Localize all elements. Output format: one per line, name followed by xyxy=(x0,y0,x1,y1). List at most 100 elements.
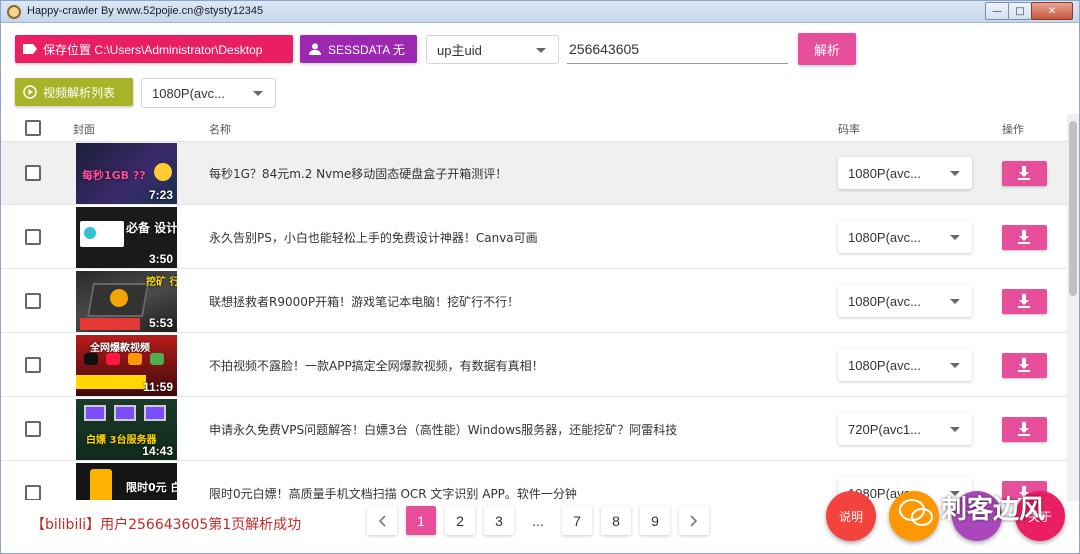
download-icon xyxy=(1018,358,1030,372)
chevron-left-icon xyxy=(378,514,386,527)
next-page-button[interactable] xyxy=(679,506,709,535)
download-icon xyxy=(1018,294,1030,308)
page-button-3[interactable]: 3 xyxy=(484,506,514,535)
header-action: 操作 xyxy=(1002,123,1024,136)
select-all-checkbox[interactable] xyxy=(25,120,41,136)
page-button-7[interactable]: 7 xyxy=(562,506,592,535)
table-row: 每秒1GB ?? 7:23 每秒1G？84元m.2 Nvme移动固态硬盘盒子开箱… xyxy=(1,142,1067,205)
video-title: 不拍视频不露脸！一款APP搞定全网爆款视频，有数据有真相！ xyxy=(209,359,544,373)
chevron-right-icon xyxy=(690,514,698,527)
video-thumbnail: 白嫖 3台服务器 14:43 xyxy=(76,399,177,460)
sessdata-label: SESSDATA 无 xyxy=(328,42,405,57)
video-thumbnail: 每秒1GB ?? 7:23 xyxy=(76,143,177,204)
thumb-caption: 全网爆款视频 xyxy=(90,343,150,354)
download-button[interactable] xyxy=(1002,417,1047,442)
prev-page-button[interactable] xyxy=(367,506,397,535)
download-button[interactable] xyxy=(1002,161,1047,186)
parse-button[interactable]: 解析 xyxy=(798,33,856,65)
chevron-down-icon xyxy=(253,91,263,96)
scrollbar-thumb[interactable] xyxy=(1069,121,1077,296)
play-circle-icon xyxy=(23,85,37,99)
video-thumbnail: 必备 设计神器 3:50 xyxy=(76,207,177,268)
page-button-2[interactable]: 2 xyxy=(445,506,475,535)
video-thumbnail: 全网爆款视频 11:59 xyxy=(76,335,177,396)
download-icon xyxy=(1018,230,1030,244)
row-checkbox[interactable] xyxy=(25,421,41,437)
maximize-button[interactable]: □ xyxy=(1008,2,1032,20)
user-icon xyxy=(309,43,321,55)
row-quality-value: 1080P(avc... xyxy=(848,165,921,181)
row-quality-value: 1080P(avc... xyxy=(848,293,921,309)
download-icon xyxy=(1018,422,1030,436)
chevron-down-icon xyxy=(950,363,960,368)
download-button[interactable] xyxy=(1002,289,1047,314)
sessdata-button[interactable]: SESSDATA 无 xyxy=(300,35,417,63)
row-checkbox[interactable] xyxy=(25,229,41,245)
video-duration: 7:23 xyxy=(148,188,173,202)
app-window: Happy-crawler By www.52pojie.cn@stysty12… xyxy=(0,0,1080,554)
global-quality-value: 1080P(avc... xyxy=(152,85,225,101)
chevron-down-icon xyxy=(536,47,546,53)
table-row: 挖矿 行不行? 5:53 联想拯救者R9000P开箱！游戏笔记本电脑！挖矿行不行… xyxy=(1,270,1067,333)
row-checkbox[interactable] xyxy=(25,293,41,309)
title-bar: Happy-crawler By www.52pojie.cn@stysty12… xyxy=(1,1,1079,23)
video-duration: 14:43 xyxy=(142,444,173,458)
chevron-down-icon xyxy=(950,235,960,240)
minimize-button[interactable]: — xyxy=(985,2,1009,20)
download-button[interactable] xyxy=(1002,353,1047,378)
video-duration: 11:59 xyxy=(142,380,173,394)
video-thumbnail: 挖矿 行不行? 5:53 xyxy=(76,271,177,332)
header-cover: 封面 xyxy=(73,123,95,136)
thumb-caption: 每秒1GB ?? xyxy=(82,169,146,182)
app-icon xyxy=(7,5,21,19)
row-quality-select[interactable]: 1080P(avc... xyxy=(838,221,972,253)
video-list-label: 视频解析列表 xyxy=(43,85,116,100)
table-row: 白嫖 3台服务器 14:43 申请永久免费VPS问题解答！白嫖3台（高性能）Wi… xyxy=(1,398,1067,461)
row-checkbox[interactable] xyxy=(25,485,41,500)
pagination: 1 2 3 ... 7 8 9 xyxy=(367,506,718,535)
explain-button[interactable]: 说明 xyxy=(826,491,876,541)
watermark: 刺客边风 xyxy=(941,495,1046,525)
table-row: 必备 设计神器 3:50 永久告别PS，小白也能轻松上手的免费设计神器！Canv… xyxy=(1,206,1067,269)
row-checkbox[interactable] xyxy=(25,357,41,373)
video-title: 永久告别PS，小白也能轻松上手的免费设计神器！Canva可画 xyxy=(209,231,538,245)
save-path-button[interactable]: 保存位置 C:\Users\Administrator\Desktop xyxy=(15,35,293,63)
page-button-8[interactable]: 8 xyxy=(601,506,631,535)
video-duration: 3:50 xyxy=(148,252,173,266)
header-bitrate: 码率 xyxy=(838,123,860,136)
thumb-caption: 挖矿 行不行? xyxy=(146,277,177,288)
window-title: Happy-crawler By www.52pojie.cn@stysty12… xyxy=(27,5,264,17)
video-title: 申请永久免费VPS问题解答！白嫖3台（高性能）Windows服务器，还能挖矿？阿… xyxy=(209,423,678,437)
table-header: 封面 名称 码率 操作 xyxy=(1,114,1067,142)
thumb-caption: 必备 设计神器 xyxy=(126,221,177,235)
table-row: 全网爆款视频 11:59 不拍视频不露脸！一款APP搞定全网爆款视频，有数据有真… xyxy=(1,334,1067,397)
uid-input[interactable]: 256643605 xyxy=(567,35,788,64)
mode-select-value: up主uid xyxy=(437,43,482,58)
thumb-caption: 限时0元 白嫖 xyxy=(126,481,177,494)
chevron-down-icon xyxy=(950,171,960,176)
window-controls: — □ ✕ xyxy=(985,2,1073,20)
chevron-down-icon xyxy=(950,299,960,304)
download-button[interactable] xyxy=(1002,225,1047,250)
row-quality-select[interactable]: 1080P(avc... xyxy=(838,285,972,317)
video-list: 每秒1GB ?? 7:23 每秒1G？84元m.2 Nvme移动固态硬盘盒子开箱… xyxy=(1,142,1067,500)
video-list-button[interactable]: 视频解析列表 xyxy=(15,78,133,106)
video-duration: 5:53 xyxy=(148,316,173,330)
status-message: 【bilibili】用户256643605第1页解析成功 xyxy=(31,517,302,533)
chevron-down-icon xyxy=(950,427,960,432)
download-icon xyxy=(1018,166,1030,180)
row-checkbox[interactable] xyxy=(25,165,41,181)
global-quality-select[interactable]: 1080P(avc... xyxy=(141,78,276,108)
page-button-9[interactable]: 9 xyxy=(640,506,670,535)
save-path-label: 保存位置 C:\Users\Administrator\Desktop xyxy=(43,42,263,57)
page-button-1[interactable]: 1 xyxy=(406,506,436,535)
label-icon xyxy=(23,44,37,54)
page-ellipsis: ... xyxy=(523,506,553,535)
row-quality-select[interactable]: 1080P(avc... xyxy=(838,349,972,381)
row-quality-select[interactable]: 720P(avc1... xyxy=(838,413,972,445)
wechat-icon xyxy=(899,499,933,526)
row-quality-select[interactable]: 1080P(avc... xyxy=(838,157,972,189)
mode-select[interactable]: up主uid xyxy=(426,35,559,64)
close-button[interactable]: ✕ xyxy=(1031,2,1073,20)
header-name: 名称 xyxy=(209,123,231,136)
